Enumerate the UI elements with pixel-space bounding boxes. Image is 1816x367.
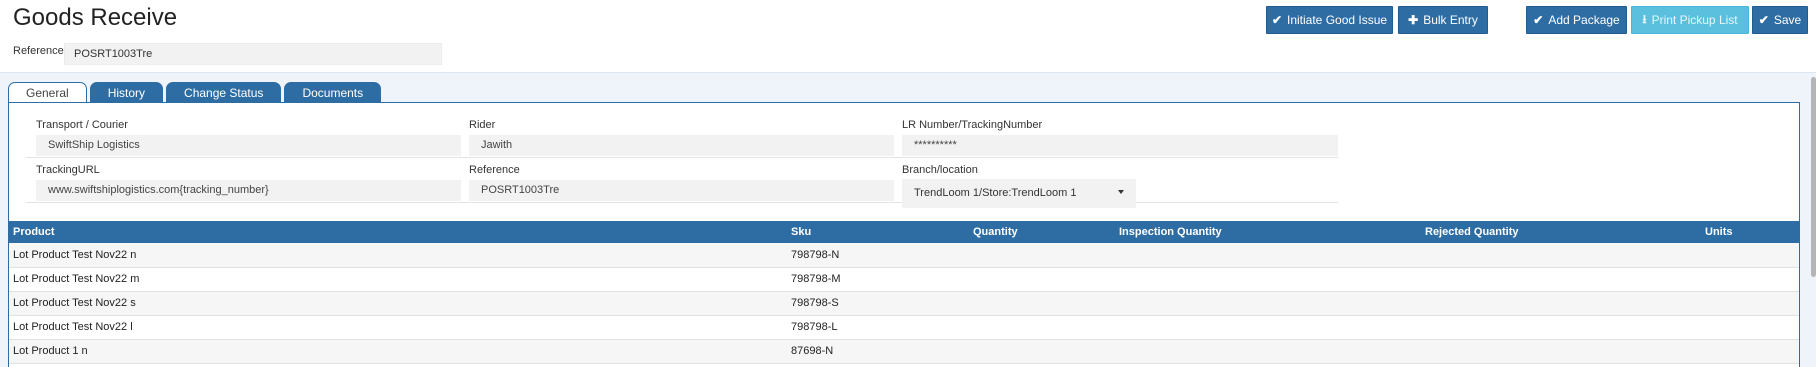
form-row-2: TrackingURL www.swiftshiplogistics.com{t…: [26, 158, 1338, 208]
initiate-good-issue-button[interactable]: ✔ Initiate Good Issue: [1266, 6, 1393, 34]
inspection-quantity-cell: [1115, 339, 1421, 364]
tab-general[interactable]: General: [8, 82, 87, 104]
sku-cell: 798798-M: [787, 267, 969, 292]
transport-input[interactable]: SwiftShip Logistics: [36, 135, 461, 156]
form-reference-field: Reference POSRT1003Tre: [469, 164, 894, 201]
product-cell: Lot Product Test Nov22 m: [9, 267, 787, 292]
inspection-quantity-cell: [1115, 315, 1421, 340]
column-header-rejected-quantity[interactable]: Rejected Quantity: [1421, 221, 1701, 243]
column-header-quantity[interactable]: Quantity: [969, 221, 1115, 243]
product-cell: Lot Product 1 n: [9, 339, 787, 364]
save-label: Save: [1773, 13, 1802, 27]
column-header-sku[interactable]: Sku: [787, 221, 969, 243]
inspection-quantity-cell: [1115, 291, 1421, 316]
check-icon: ✔: [1533, 13, 1544, 27]
form-reference-input[interactable]: POSRT1003Tre: [469, 180, 894, 201]
column-header-product[interactable]: Product: [9, 221, 787, 243]
tracking-url-input[interactable]: www.swiftshiplogistics.com{tracking_numb…: [36, 180, 461, 201]
bulk-entry-button[interactable]: ✚ Bulk Entry: [1398, 6, 1488, 34]
check-icon: ✔: [1271, 13, 1282, 27]
page-scrollbar[interactable]: [1811, 77, 1816, 277]
tracking-url-field: TrackingURL www.swiftshiplogistics.com{t…: [36, 164, 461, 201]
print-pickup-list-button[interactable]: ⭳ Print Pickup List: [1631, 6, 1749, 34]
shipment-form: Transport / Courier SwiftShip Logistics …: [26, 113, 1338, 208]
sku-cell: 87698-N: [787, 339, 969, 364]
quantity-cell: [969, 291, 1115, 316]
rider-input[interactable]: Jawith: [469, 135, 894, 156]
units-cell: [1701, 267, 1799, 292]
rider-field: Rider Jawith: [469, 119, 894, 156]
add-package-button[interactable]: ✔ Add Package: [1526, 6, 1627, 34]
units-cell: [1701, 243, 1799, 268]
rejected-quantity-cell: [1421, 243, 1701, 268]
rejected-quantity-cell: [1421, 339, 1701, 364]
sku-cell: 798798-L: [787, 315, 969, 340]
lr-number-input[interactable]: **********: [902, 135, 1338, 156]
branch-select-value: TrendLoom 1/Store:TrendLoom 1: [914, 187, 1077, 199]
transport-label: Transport / Courier: [36, 119, 128, 131]
table-row[interactable]: Lot Product Test Nov22 m 798798-M: [9, 267, 1799, 292]
quantity-cell: [969, 243, 1115, 268]
product-cell: Lot Product Test Nov22 n: [9, 243, 787, 268]
tab-documents[interactable]: Documents: [284, 82, 382, 103]
download-icon: ⭳: [1642, 11, 1647, 26]
form-reference-label: Reference: [469, 164, 520, 176]
tracking-url-label: TrackingURL: [36, 164, 100, 176]
inspection-quantity-cell: [1115, 243, 1421, 268]
branch-select[interactable]: TrendLoom 1/Store:TrendLoom 1: [902, 179, 1136, 208]
branch-label: Branch/location: [902, 164, 978, 176]
plus-icon: ✚: [1408, 13, 1419, 27]
rejected-quantity-cell: [1421, 267, 1701, 292]
caret-down-icon: [1118, 190, 1124, 194]
units-cell: [1701, 315, 1799, 340]
rejected-quantity-cell: [1421, 315, 1701, 340]
table-row[interactable]: Lot Product Test Nov22 s 798798-S: [9, 291, 1799, 316]
print-pickup-list-label: Print Pickup List: [1651, 13, 1738, 27]
reference-input[interactable]: POSRT1003Tre: [64, 43, 442, 65]
rejected-quantity-cell: [1421, 291, 1701, 316]
branch-field: Branch/location TrendLoom 1/Store:TrendL…: [902, 164, 1338, 208]
save-button[interactable]: ✔ Save: [1752, 6, 1808, 34]
general-tab-content: Transport / Courier SwiftShip Logistics …: [8, 102, 1800, 367]
quantity-cell: [969, 339, 1115, 364]
inspection-quantity-cell: [1115, 267, 1421, 292]
units-cell: [1701, 339, 1799, 364]
transport-field: Transport / Courier SwiftShip Logistics: [36, 119, 461, 156]
tab-history[interactable]: History: [89, 82, 164, 103]
product-cell: Lot Product Test Nov22 s: [9, 291, 787, 316]
reference-label: Reference: [13, 45, 64, 57]
form-row-1: Transport / Courier SwiftShip Logistics …: [26, 113, 1338, 158]
units-cell: [1701, 291, 1799, 316]
bulk-entry-label: Bulk Entry: [1423, 13, 1478, 27]
table-row[interactable]: Lot Product 1 n 87698-N: [9, 339, 1799, 364]
table-row[interactable]: Lot Product Test Nov22 l 798798-L: [9, 315, 1799, 340]
table-header-row: Product Sku Quantity Inspection Quantity…: [9, 221, 1799, 243]
tab-bar: General History Change Status Documents: [8, 82, 382, 104]
product-cell: Lot Product Test Nov22 l: [9, 315, 787, 340]
rider-label: Rider: [469, 119, 496, 131]
page-title: Goods Receive: [13, 4, 178, 31]
initiate-good-issue-label: Initiate Good Issue: [1287, 13, 1388, 27]
table-row[interactable]: Lot Product Test Nov22 n 798798-N: [9, 243, 1799, 268]
tab-change-status[interactable]: Change Status: [166, 82, 282, 103]
lr-number-label: LR Number/TrackingNumber: [902, 119, 1043, 131]
column-header-units[interactable]: Units: [1701, 221, 1799, 243]
check-icon: ✔: [1758, 13, 1769, 27]
quantity-cell: [969, 267, 1115, 292]
products-table: Product Sku Quantity Inspection Quantity…: [9, 221, 1799, 364]
column-header-inspection-quantity[interactable]: Inspection Quantity: [1115, 221, 1421, 243]
sku-cell: 798798-N: [787, 243, 969, 268]
sku-cell: 798798-S: [787, 291, 969, 316]
quantity-cell: [969, 315, 1115, 340]
lr-number-field: LR Number/TrackingNumber **********: [902, 119, 1338, 156]
add-package-label: Add Package: [1548, 13, 1620, 27]
